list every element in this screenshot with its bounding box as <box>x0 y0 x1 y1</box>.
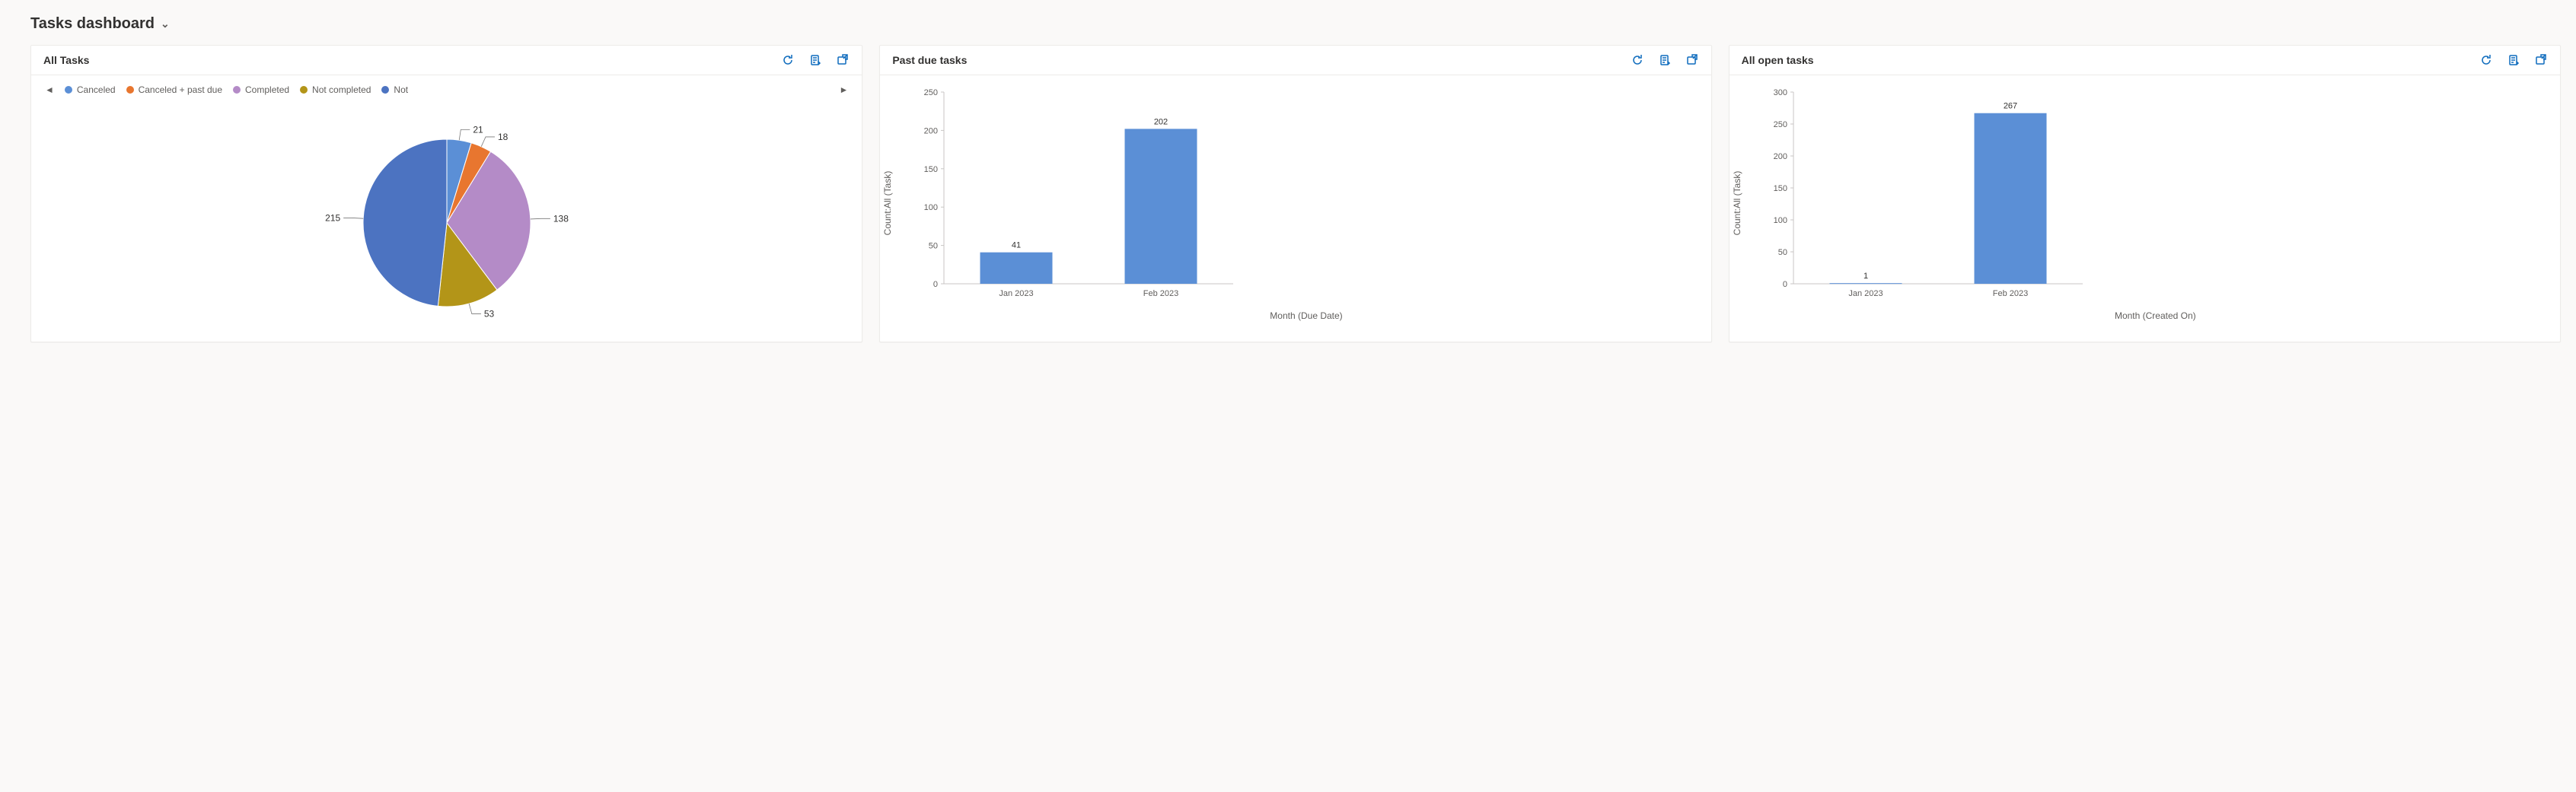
bar[interactable] <box>1829 283 1902 284</box>
pie-slice[interactable] <box>363 139 447 306</box>
x-tick-label: Feb 2023 <box>1143 289 1178 298</box>
y-tick-label: 0 <box>1783 280 1787 289</box>
x-tick-label: Feb 2023 <box>1992 289 2027 298</box>
y-tick-label: 0 <box>933 280 938 289</box>
card-all-tasks: All Tasks ◄ Canceled Canceled + past due C… <box>30 45 862 342</box>
refresh-icon[interactable] <box>2479 53 2493 67</box>
bar[interactable] <box>1974 113 2046 284</box>
card-header: All Tasks <box>31 46 862 75</box>
dashboard-title[interactable]: Tasks dashboard ⌄ <box>30 15 2561 33</box>
y-tick-label: 50 <box>929 242 938 251</box>
legend-label: Canceled <box>77 84 116 95</box>
pie-slice-value: 21 <box>473 124 483 135</box>
legend-dot-icon <box>381 86 389 94</box>
card-actions <box>1631 53 1699 67</box>
bar-value-label: 41 <box>1012 241 1021 250</box>
legend-dot-icon <box>65 86 72 94</box>
pie-slice-value: 18 <box>498 132 509 142</box>
card-open-tasks: All open tasks Count:All (Task) 0 50 100 15… <box>1729 45 2561 342</box>
legend-item[interactable]: Not <box>381 84 408 95</box>
y-tick-label: 150 <box>1773 184 1787 193</box>
card-title: All open tasks <box>1742 54 1814 66</box>
expand-icon[interactable] <box>1685 53 1699 67</box>
legend-dot-icon <box>126 86 134 94</box>
open-tasks-bar-chart: 0 50 100 150 200 250 300 1 Jan 2023 267 Feb 2023 <box>1763 84 2090 305</box>
view-records-icon[interactable] <box>808 53 822 67</box>
bar-value-label: 202 <box>1154 117 1168 126</box>
expand-icon[interactable] <box>836 53 850 67</box>
legend-item[interactable]: Canceled + past due <box>126 84 222 95</box>
bar-value-label: 267 <box>2003 102 2016 111</box>
card-actions <box>781 53 850 67</box>
y-tick-label: 200 <box>924 126 938 135</box>
legend-item[interactable]: Canceled <box>65 84 116 95</box>
x-axis-label: Month (Created On) <box>1763 310 2548 321</box>
y-tick-label: 300 <box>1773 88 1787 97</box>
y-tick-label: 100 <box>924 203 938 212</box>
bar[interactable] <box>1125 129 1197 284</box>
y-axis-label: Count:All (Task) <box>882 170 893 235</box>
refresh-icon[interactable] <box>781 53 795 67</box>
card-title: All Tasks <box>43 54 89 66</box>
card-past-due: Past due tasks Count:All (Task) 0 50 100 15… <box>879 45 1711 342</box>
legend-label: Not <box>394 84 408 95</box>
card-title: Past due tasks <box>892 54 967 66</box>
legend: ◄ Canceled Canceled + past due Completed No… <box>43 84 850 95</box>
y-tick-label: 150 <box>924 165 938 174</box>
legend-item[interactable]: Not completed <box>300 84 371 95</box>
legend-label: Not completed <box>312 84 371 95</box>
chevron-down-icon: ⌄ <box>161 17 170 30</box>
bar[interactable] <box>980 253 1053 284</box>
legend-dot-icon <box>300 86 308 94</box>
past-due-bar-chart: 0 50 100 150 200 250 41 Jan 2023 202 Feb 2023 <box>913 84 1241 305</box>
pie-slice-value: 53 <box>484 309 495 320</box>
y-tick-label: 50 <box>1777 248 1787 257</box>
dashboard-title-text: Tasks dashboard <box>30 15 155 33</box>
bar-value-label: 1 <box>1863 272 1868 281</box>
y-tick-label: 100 <box>1773 216 1787 225</box>
x-tick-label: Jan 2023 <box>1848 289 1883 298</box>
legend-label: Canceled + past due <box>139 84 222 95</box>
view-records-icon[interactable] <box>2507 53 2520 67</box>
legend-next-icon[interactable]: ► <box>837 84 850 95</box>
x-axis-label: Month (Due Date) <box>913 310 1698 321</box>
all-tasks-pie-chart: 21 18 138 53 215 <box>279 101 614 329</box>
y-tick-label: 250 <box>924 88 938 97</box>
legend-item[interactable]: Completed <box>233 84 289 95</box>
expand-icon[interactable] <box>2534 53 2548 67</box>
refresh-icon[interactable] <box>1631 53 1644 67</box>
y-tick-label: 250 <box>1773 120 1787 129</box>
y-axis-label: Count:All (Task) <box>1732 170 1742 235</box>
legend-prev-icon[interactable]: ◄ <box>43 84 56 95</box>
view-records-icon[interactable] <box>1658 53 1672 67</box>
legend-label: Completed <box>245 84 289 95</box>
x-tick-label: Jan 2023 <box>999 289 1034 298</box>
card-header: Past due tasks <box>880 46 1710 75</box>
legend-dot-icon <box>233 86 241 94</box>
card-actions <box>2479 53 2548 67</box>
pie-slice-value: 215 <box>325 212 340 223</box>
y-tick-label: 200 <box>1773 152 1787 161</box>
card-header: All open tasks <box>1730 46 2560 75</box>
pie-slice-value: 138 <box>553 213 569 224</box>
